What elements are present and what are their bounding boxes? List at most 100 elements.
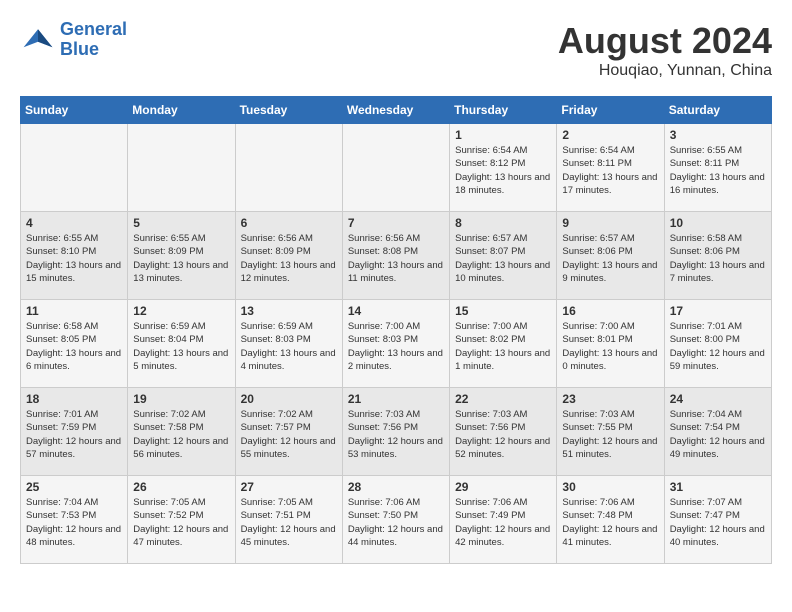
- day-info: Sunrise: 7:00 AM Sunset: 8:01 PM Dayligh…: [562, 320, 658, 373]
- day-number: 10: [670, 216, 766, 230]
- page-header: General Blue August 2024 Houqiao, Yunnan…: [20, 20, 772, 80]
- day-number: 3: [670, 128, 766, 142]
- day-info: Sunrise: 6:55 AM Sunset: 8:11 PM Dayligh…: [670, 144, 766, 197]
- day-info: Sunrise: 7:00 AM Sunset: 8:03 PM Dayligh…: [348, 320, 444, 373]
- logo-text: General Blue: [60, 20, 127, 60]
- day-info: Sunrise: 7:03 AM Sunset: 7:56 PM Dayligh…: [455, 408, 551, 461]
- logo-bird-icon: [20, 22, 56, 58]
- day-info: Sunrise: 7:04 AM Sunset: 7:53 PM Dayligh…: [26, 496, 122, 549]
- day-number: 16: [562, 304, 658, 318]
- calendar-cell: 20 Sunrise: 7:02 AM Sunset: 7:57 PM Dayli…: [235, 388, 342, 476]
- day-info: Sunrise: 6:57 AM Sunset: 8:07 PM Dayligh…: [455, 232, 551, 285]
- weekday-header: Tuesday: [235, 97, 342, 124]
- day-number: 13: [241, 304, 337, 318]
- day-info: Sunrise: 7:03 AM Sunset: 7:55 PM Dayligh…: [562, 408, 658, 461]
- day-info: Sunrise: 7:06 AM Sunset: 7:49 PM Dayligh…: [455, 496, 551, 549]
- calendar-cell: [128, 124, 235, 212]
- day-number: 26: [133, 480, 229, 494]
- day-number: 30: [562, 480, 658, 494]
- day-number: 31: [670, 480, 766, 494]
- day-info: Sunrise: 7:05 AM Sunset: 7:51 PM Dayligh…: [241, 496, 337, 549]
- calendar-cell: 29 Sunrise: 7:06 AM Sunset: 7:49 PM Dayli…: [450, 476, 557, 564]
- day-info: Sunrise: 6:55 AM Sunset: 8:10 PM Dayligh…: [26, 232, 122, 285]
- calendar-week-row: 1 Sunrise: 6:54 AM Sunset: 8:12 PM Daylig…: [21, 124, 772, 212]
- day-number: 25: [26, 480, 122, 494]
- day-number: 17: [670, 304, 766, 318]
- calendar-week-row: 11 Sunrise: 6:58 AM Sunset: 8:05 PM Dayli…: [21, 300, 772, 388]
- calendar-cell: 12 Sunrise: 6:59 AM Sunset: 8:04 PM Dayli…: [128, 300, 235, 388]
- calendar-cell: 4 Sunrise: 6:55 AM Sunset: 8:10 PM Daylig…: [21, 212, 128, 300]
- day-info: Sunrise: 6:58 AM Sunset: 8:05 PM Dayligh…: [26, 320, 122, 373]
- calendar-cell: 9Sunrise: 6:57 AM Sunset: 8:06 PM Daylig…: [557, 212, 664, 300]
- calendar-cell: 26 Sunrise: 7:05 AM Sunset: 7:52 PM Dayli…: [128, 476, 235, 564]
- calendar-cell: 6 Sunrise: 6:56 AM Sunset: 8:09 PM Daylig…: [235, 212, 342, 300]
- day-number: 2: [562, 128, 658, 142]
- calendar-cell: 2 Sunrise: 6:54 AM Sunset: 8:11 PM Daylig…: [557, 124, 664, 212]
- calendar-week-row: 4 Sunrise: 6:55 AM Sunset: 8:10 PM Daylig…: [21, 212, 772, 300]
- day-info: Sunrise: 6:54 AM Sunset: 8:12 PM Dayligh…: [455, 144, 551, 197]
- day-number: 14: [348, 304, 444, 318]
- day-number: 15: [455, 304, 551, 318]
- location: Houqiao, Yunnan, China: [558, 62, 772, 80]
- day-info: Sunrise: 7:00 AM Sunset: 8:02 PM Dayligh…: [455, 320, 551, 373]
- day-number: 19: [133, 392, 229, 406]
- calendar-cell: 27Sunrise: 7:05 AM Sunset: 7:51 PM Dayli…: [235, 476, 342, 564]
- day-info: Sunrise: 6:57 AM Sunset: 8:06 PM Dayligh…: [562, 232, 658, 285]
- calendar-cell: 22 Sunrise: 7:03 AM Sunset: 7:56 PM Dayli…: [450, 388, 557, 476]
- calendar-cell: 24Sunrise: 7:04 AM Sunset: 7:54 PM Dayli…: [664, 388, 771, 476]
- calendar-cell: 30Sunrise: 7:06 AM Sunset: 7:48 PM Dayli…: [557, 476, 664, 564]
- day-number: 8: [455, 216, 551, 230]
- day-info: Sunrise: 7:03 AM Sunset: 7:56 PM Dayligh…: [348, 408, 444, 461]
- calendar-cell: 13 Sunrise: 6:59 AM Sunset: 8:03 PM Dayli…: [235, 300, 342, 388]
- day-number: 5: [133, 216, 229, 230]
- day-info: Sunrise: 6:58 AM Sunset: 8:06 PM Dayligh…: [670, 232, 766, 285]
- calendar-cell: 15 Sunrise: 7:00 AM Sunset: 8:02 PM Dayli…: [450, 300, 557, 388]
- calendar-week-row: 18 Sunrise: 7:01 AM Sunset: 7:59 PM Dayli…: [21, 388, 772, 476]
- day-number: 22: [455, 392, 551, 406]
- day-number: 29: [455, 480, 551, 494]
- day-number: 1: [455, 128, 551, 142]
- weekday-header: Monday: [128, 97, 235, 124]
- day-number: 12: [133, 304, 229, 318]
- calendar-cell: 16 Sunrise: 7:00 AM Sunset: 8:01 PM Dayli…: [557, 300, 664, 388]
- logo: General Blue: [20, 20, 127, 60]
- day-info: Sunrise: 6:54 AM Sunset: 8:11 PM Dayligh…: [562, 144, 658, 197]
- day-number: 18: [26, 392, 122, 406]
- weekday-header: Sunday: [21, 97, 128, 124]
- calendar-cell: 31Sunrise: 7:07 AM Sunset: 7:47 PM Dayli…: [664, 476, 771, 564]
- day-info: Sunrise: 7:01 AM Sunset: 8:00 PM Dayligh…: [670, 320, 766, 373]
- day-info: Sunrise: 7:02 AM Sunset: 7:57 PM Dayligh…: [241, 408, 337, 461]
- calendar-cell: [235, 124, 342, 212]
- calendar-cell: 21 Sunrise: 7:03 AM Sunset: 7:56 PM Dayli…: [342, 388, 449, 476]
- calendar-cell: [21, 124, 128, 212]
- calendar-cell: 19 Sunrise: 7:02 AM Sunset: 7:58 PM Dayli…: [128, 388, 235, 476]
- day-number: 7: [348, 216, 444, 230]
- calendar-cell: 8 Sunrise: 6:57 AM Sunset: 8:07 PM Daylig…: [450, 212, 557, 300]
- calendar-cell: 18 Sunrise: 7:01 AM Sunset: 7:59 PM Dayli…: [21, 388, 128, 476]
- day-number: 6: [241, 216, 337, 230]
- weekday-header: Thursday: [450, 97, 557, 124]
- day-info: Sunrise: 7:05 AM Sunset: 7:52 PM Dayligh…: [133, 496, 229, 549]
- calendar-cell: 1 Sunrise: 6:54 AM Sunset: 8:12 PM Daylig…: [450, 124, 557, 212]
- calendar-cell: 28Sunrise: 7:06 AM Sunset: 7:50 PM Dayli…: [342, 476, 449, 564]
- calendar-cell: 17 Sunrise: 7:01 AM Sunset: 8:00 PM Dayli…: [664, 300, 771, 388]
- calendar-cell: [342, 124, 449, 212]
- day-info: Sunrise: 6:59 AM Sunset: 8:04 PM Dayligh…: [133, 320, 229, 373]
- day-info: Sunrise: 6:56 AM Sunset: 8:09 PM Dayligh…: [241, 232, 337, 285]
- calendar-cell: 5Sunrise: 6:55 AM Sunset: 8:09 PM Daylig…: [128, 212, 235, 300]
- day-info: Sunrise: 7:02 AM Sunset: 7:58 PM Dayligh…: [133, 408, 229, 461]
- calendar-cell: 3 Sunrise: 6:55 AM Sunset: 8:11 PM Daylig…: [664, 124, 771, 212]
- day-info: Sunrise: 7:01 AM Sunset: 7:59 PM Dayligh…: [26, 408, 122, 461]
- calendar-week-row: 25 Sunrise: 7:04 AM Sunset: 7:53 PM Dayli…: [21, 476, 772, 564]
- day-info: Sunrise: 7:04 AM Sunset: 7:54 PM Dayligh…: [670, 408, 766, 461]
- day-number: 21: [348, 392, 444, 406]
- day-info: Sunrise: 6:56 AM Sunset: 8:08 PM Dayligh…: [348, 232, 444, 285]
- day-number: 20: [241, 392, 337, 406]
- day-number: 11: [26, 304, 122, 318]
- day-info: Sunrise: 6:59 AM Sunset: 8:03 PM Dayligh…: [241, 320, 337, 373]
- calendar-cell: 23Sunrise: 7:03 AM Sunset: 7:55 PM Dayli…: [557, 388, 664, 476]
- calendar-table: SundayMondayTuesdayWednesdayThursdayFrid…: [20, 96, 772, 564]
- day-number: 28: [348, 480, 444, 494]
- day-number: 4: [26, 216, 122, 230]
- title-section: August 2024 Houqiao, Yunnan, China: [558, 20, 772, 80]
